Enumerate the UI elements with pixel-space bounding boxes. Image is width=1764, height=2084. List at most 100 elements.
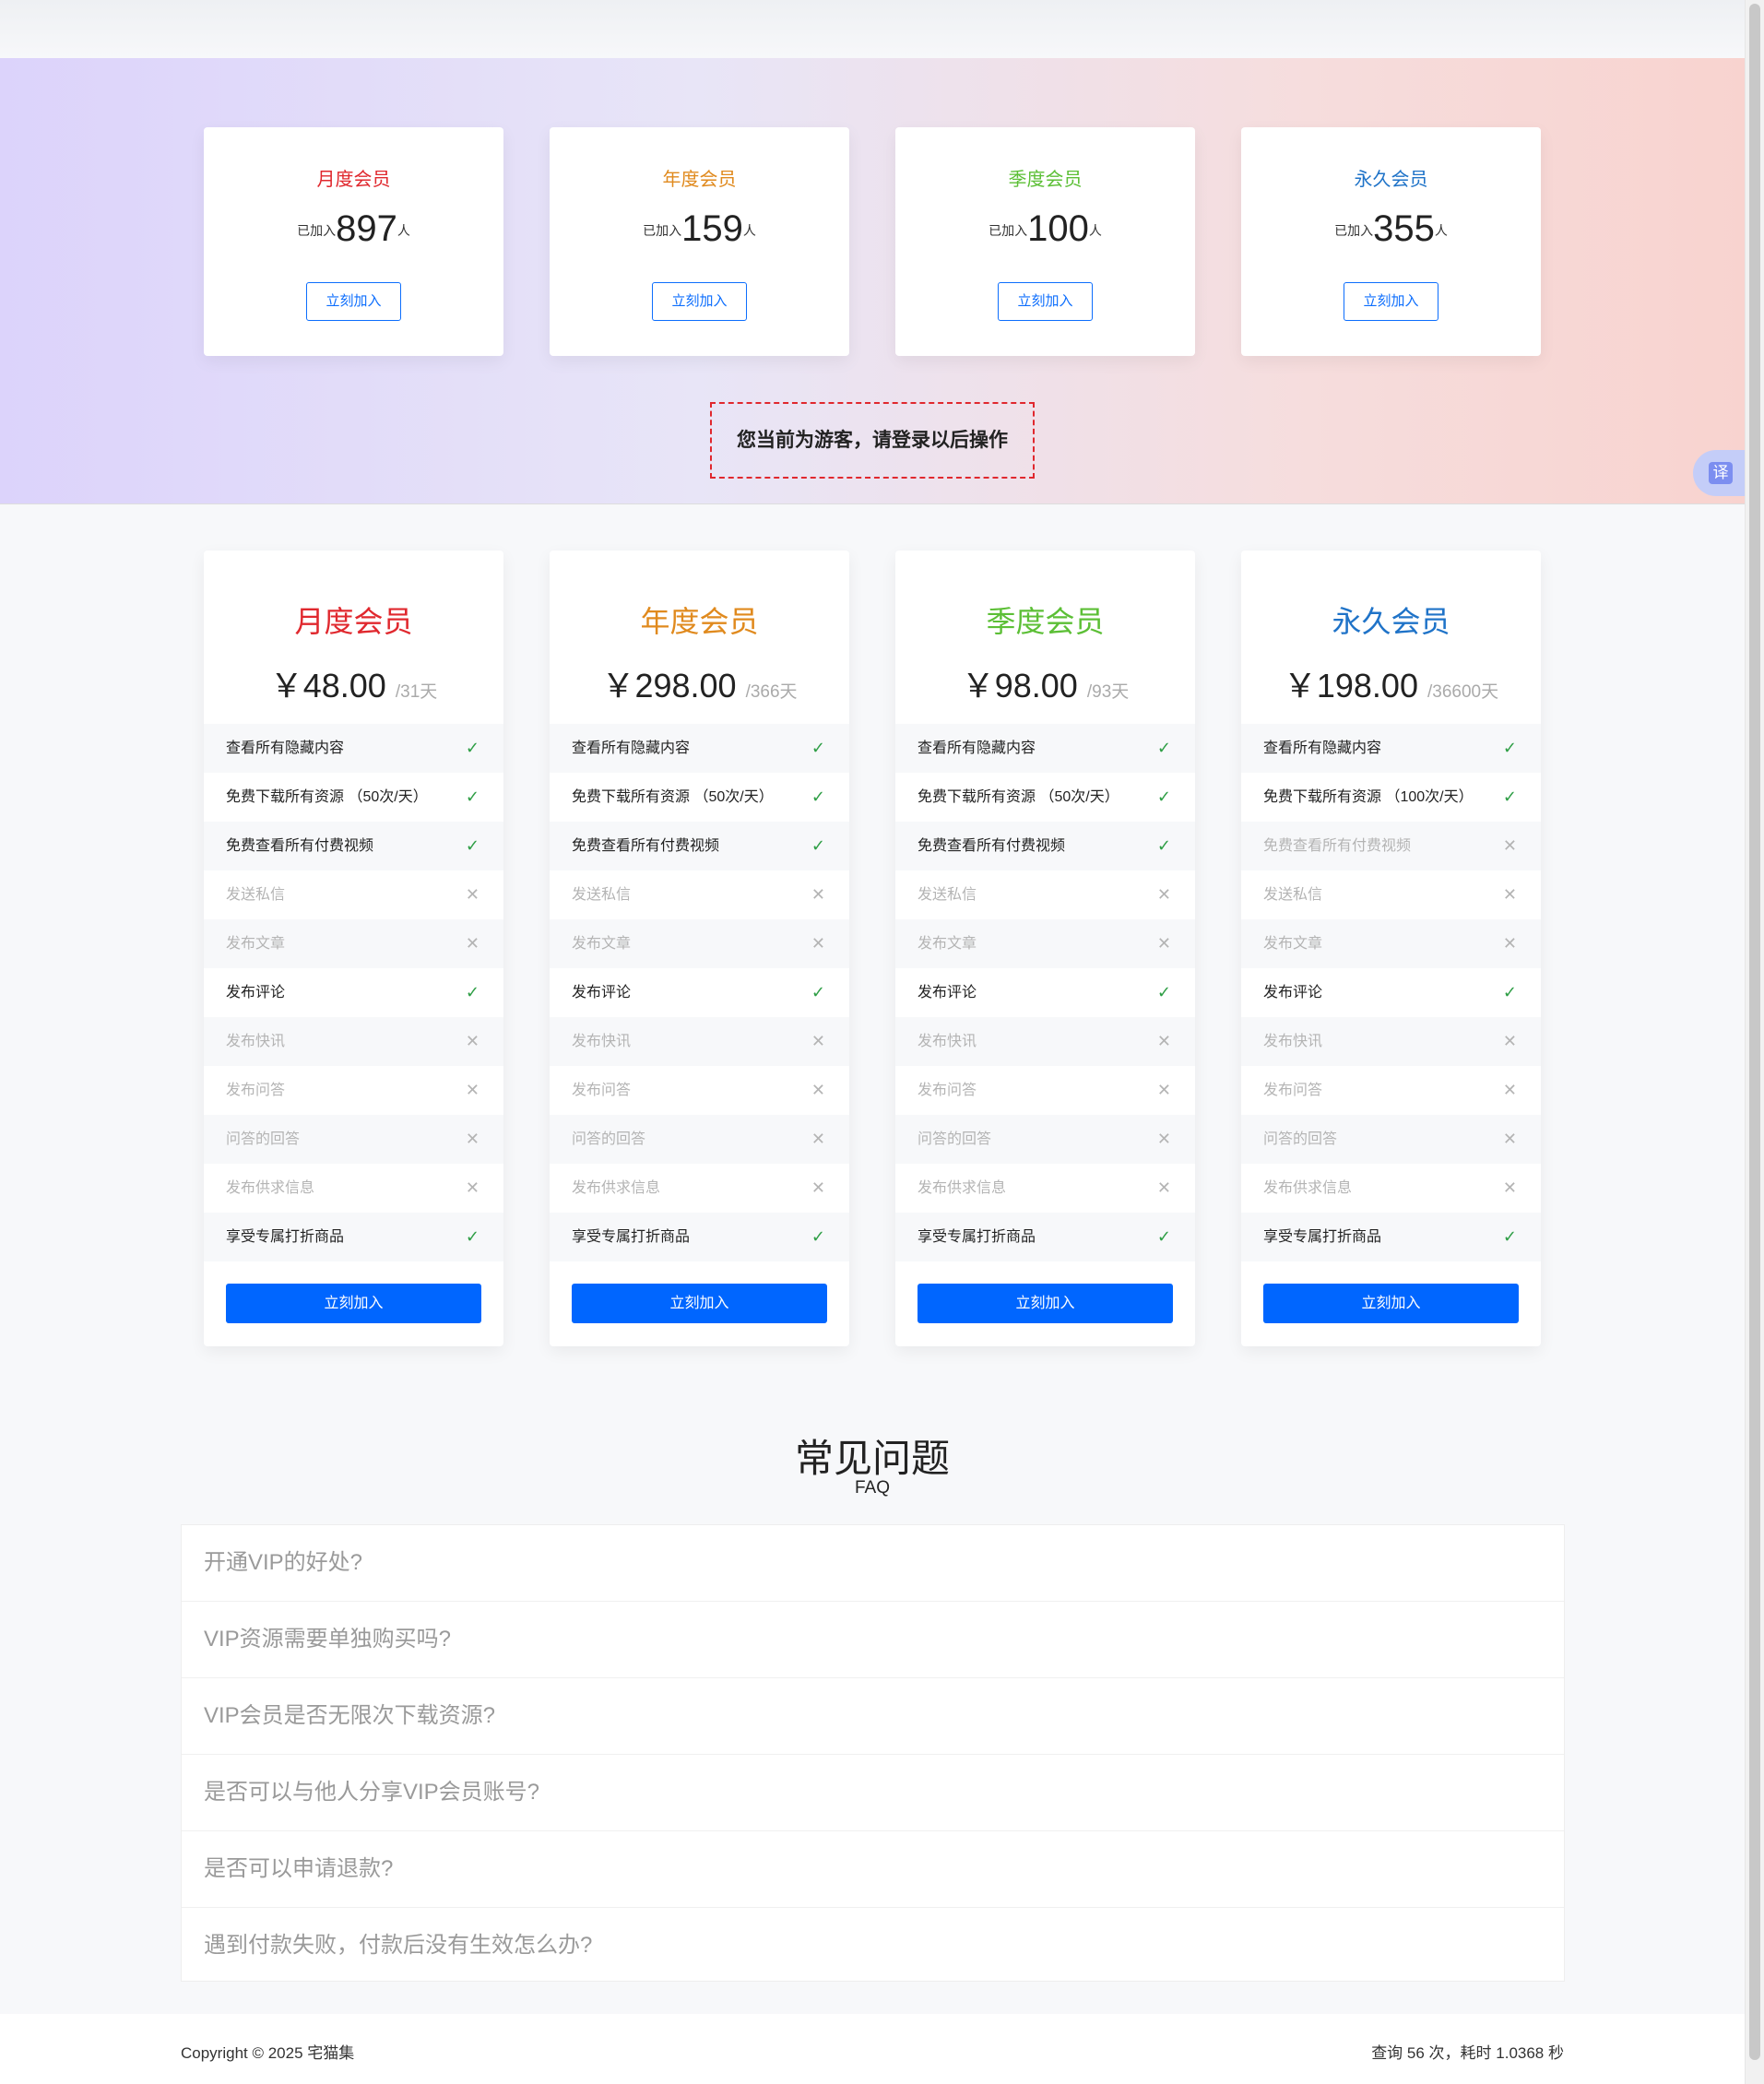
feature-label: 享受专属打折商品 — [572, 1229, 691, 1245]
stat-card-title: 季度会员 — [1008, 170, 1083, 190]
joined-count: 已加入355人 — [1241, 208, 1541, 250]
check-icon: ✓ — [811, 787, 825, 806]
plan-title: 永久会员 — [1332, 605, 1450, 638]
feature-row: 查看所有隐藏内容 ✓ — [895, 724, 1195, 773]
faq-item[interactable]: VIP会员是否无限次下载资源? — [182, 1678, 1564, 1755]
join-now-button[interactable]: 立刻加入 — [998, 282, 1093, 321]
top-header — [0, 0, 1745, 58]
feature-label: 发布文章 — [918, 936, 977, 952]
check-icon: ✓ — [465, 836, 479, 855]
faq-item[interactable]: 遇到付款失败，付款后没有生效怎么办? — [182, 1908, 1564, 1984]
feature-row: 免费下载所有资源 （100次/天） ✓ — [1241, 773, 1541, 822]
faq-item[interactable]: VIP资源需要单独购买吗? — [182, 1602, 1564, 1678]
cross-icon: ✕ — [465, 1178, 479, 1197]
check-icon: ✓ — [1502, 983, 1517, 1001]
feature-label: 发送私信 — [226, 887, 286, 903]
feature-row: 享受专属打折商品 ✓ — [204, 1213, 503, 1261]
price-period: /31天 — [395, 682, 438, 702]
cross-icon: ✕ — [1156, 1032, 1171, 1050]
feature-label: 查看所有隐藏内容 — [1263, 740, 1382, 756]
feature-row: 免费下载所有资源 （50次/天） ✓ — [204, 773, 503, 822]
feature-row: 免费查看所有付费视频 ✓ — [204, 822, 503, 870]
feature-row: 发送私信 ✕ — [895, 870, 1195, 919]
scrollbar-thumb[interactable] — [1749, 4, 1760, 2060]
cross-icon: ✕ — [1156, 1081, 1171, 1099]
feature-row: 问答的回答 ✕ — [204, 1115, 503, 1164]
plan-title: 年度会员 — [640, 605, 759, 638]
page: 月度会员 已加入897人 立刻加入 年度会员 已加入159人 立刻加入 季度会员 已加入100… — [0, 0, 1745, 2084]
feature-label: 享受专属打折商品 — [226, 1229, 345, 1245]
faq-item[interactable]: 开通VIP的好处? — [182, 1525, 1564, 1602]
faq-item[interactable]: 是否可以与他人分享VIP会员账号? — [182, 1755, 1564, 1831]
feature-row: 发布评论 ✓ — [550, 968, 849, 1017]
cross-icon: ✕ — [465, 1081, 479, 1099]
joined-number: 159 — [681, 208, 743, 249]
feature-row: 发送私信 ✕ — [550, 870, 849, 919]
feature-label: 发布文章 — [572, 936, 632, 952]
feature-row: 发布供求信息 ✕ — [1241, 1164, 1541, 1213]
feature-label: 问答的回答 — [918, 1131, 992, 1147]
feature-row: 发布文章 ✕ — [204, 919, 503, 968]
join-now-button[interactable]: 立刻加入 — [652, 282, 747, 321]
plan-price: ￥98.00 /93天 — [895, 659, 1195, 707]
feature-row: 发布供求信息 ✕ — [895, 1164, 1195, 1213]
joined-suffix: 人 — [1434, 223, 1448, 238]
check-icon: ✓ — [811, 739, 825, 757]
feature-label: 发布评论 — [918, 985, 977, 1001]
feature-label: 查看所有隐藏内容 — [918, 740, 1036, 756]
guest-notice: 您当前为游客，请登录以后操作 — [710, 402, 1035, 479]
translate-button[interactable]: 译 — [1693, 450, 1745, 496]
feature-label: 免费下载所有资源 （100次/天） — [1263, 789, 1474, 805]
joined-prefix: 已加入 — [1334, 223, 1374, 238]
plan-card: 年度会员 ￥298.00 /366天 查看所有隐藏内容 ✓ 免费下载所有资源 （50次/… — [550, 551, 849, 1346]
join-plan-button[interactable]: 立刻加入 — [572, 1284, 827, 1323]
join-plan-button[interactable]: 立刻加入 — [226, 1284, 481, 1323]
feature-label: 发布问答 — [918, 1083, 977, 1098]
stat-card-title: 月度会员 — [316, 170, 391, 190]
stat-card-title: 年度会员 — [662, 170, 737, 190]
feature-label: 发布快讯 — [918, 1034, 977, 1049]
cross-icon: ✕ — [1502, 1130, 1517, 1148]
membership-hero: 月度会员 已加入897人 立刻加入 年度会员 已加入159人 立刻加入 季度会员 已加入100… — [0, 58, 1745, 504]
plan-title: 月度会员 — [294, 605, 413, 638]
feature-label: 享受专属打折商品 — [918, 1229, 1036, 1245]
feature-label: 免费下载所有资源 （50次/天） — [226, 789, 428, 805]
faq-list: 开通VIP的好处? VIP资源需要单独购买吗? VIP会员是否无限次下载资源? 是否可… — [181, 1524, 1565, 1982]
feature-row: 享受专属打折商品 ✓ — [895, 1213, 1195, 1261]
faq-item[interactable]: 是否可以申请退款? — [182, 1831, 1564, 1908]
scrollbar[interactable] — [1745, 0, 1764, 2084]
check-icon: ✓ — [811, 836, 825, 855]
feature-label: 发布问答 — [226, 1083, 286, 1098]
plan-price: ￥298.00 /366天 — [550, 659, 849, 707]
check-icon: ✓ — [1502, 1227, 1517, 1246]
check-icon: ✓ — [465, 983, 479, 1001]
feature-row: 发布快讯 ✕ — [1241, 1017, 1541, 1066]
feature-label: 问答的回答 — [226, 1131, 301, 1147]
join-plan-button[interactable]: 立刻加入 — [918, 1284, 1173, 1323]
feature-row: 发布评论 ✓ — [204, 968, 503, 1017]
joined-prefix: 已加入 — [297, 223, 337, 238]
feature-label: 发布快讯 — [226, 1034, 286, 1049]
cross-icon: ✕ — [1502, 934, 1517, 953]
feature-label: 发布问答 — [572, 1083, 632, 1098]
plan-card: 月度会员 ￥48.00 /31天 查看所有隐藏内容 ✓ 免费下载所有资源 （50次/天）… — [204, 551, 503, 1346]
feature-label: 查看所有隐藏内容 — [572, 740, 691, 756]
joined-count: 已加入897人 — [204, 208, 503, 250]
price-amount: ￥198.00 — [1283, 667, 1418, 705]
feature-label: 问答的回答 — [1263, 1131, 1338, 1147]
feature-row: 发布快讯 ✕ — [204, 1017, 503, 1066]
feature-label: 免费查看所有付费视频 — [1263, 838, 1412, 854]
feature-row: 享受专属打折商品 ✓ — [550, 1213, 849, 1261]
joined-prefix: 已加入 — [643, 223, 682, 238]
join-now-button[interactable]: 立刻加入 — [306, 282, 401, 321]
join-plan-button[interactable]: 立刻加入 — [1263, 1284, 1519, 1323]
cross-icon: ✕ — [1502, 836, 1517, 855]
cross-icon: ✕ — [811, 1130, 825, 1148]
check-icon: ✓ — [1156, 1227, 1171, 1246]
cross-icon: ✕ — [1502, 1032, 1517, 1050]
joined-number: 355 — [1373, 208, 1435, 249]
cross-icon: ✕ — [1502, 1178, 1517, 1197]
stat-card-title: 永久会员 — [1354, 170, 1428, 190]
join-now-button[interactable]: 立刻加入 — [1344, 282, 1438, 321]
joined-suffix: 人 — [742, 223, 756, 238]
